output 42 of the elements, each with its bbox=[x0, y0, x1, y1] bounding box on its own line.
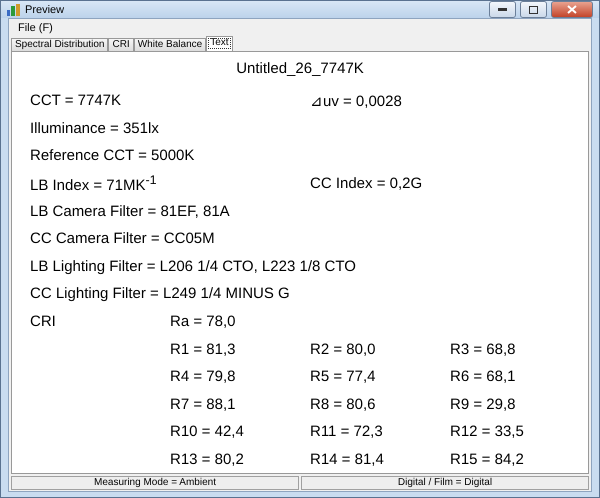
cri-value: R2 = 80,0 bbox=[310, 340, 376, 358]
report-line: CC Camera Filter = CC05M bbox=[30, 230, 216, 248]
window-title: Preview bbox=[25, 4, 66, 16]
cri-value: R12 = 33,5 bbox=[450, 423, 525, 440]
minimize-button[interactable] bbox=[489, 1, 516, 18]
cri-value: R11 = 72,3 bbox=[310, 423, 384, 440]
cri-value: R6 = 68,1 bbox=[450, 368, 516, 386]
menu-item[interactable]: File (F) bbox=[15, 22, 56, 34]
report-line: Illuminance = 351lx bbox=[30, 120, 160, 137]
tab[interactable]: Spectral Distribution bbox=[11, 38, 108, 51]
app-icon bbox=[7, 4, 21, 16]
cri-value: R4 = 79,8 bbox=[170, 368, 236, 386]
cri-value: R13 = 80,2 bbox=[170, 451, 245, 468]
cri-value: Ra = 78,0 bbox=[170, 313, 236, 330]
cri-value: R9 = 29,8 bbox=[450, 396, 516, 413]
cri-value: R15 = 84,2 bbox=[450, 451, 525, 468]
report-line: Reference CCT = 5000K bbox=[30, 147, 196, 164]
status-text: Measuring Mode = Ambient bbox=[11, 476, 299, 490]
cri-label: CRI bbox=[30, 313, 57, 330]
close-button[interactable] bbox=[551, 1, 593, 18]
report-line: CC Index = 0,2G bbox=[310, 175, 424, 192]
report-line: CCT = 7747K bbox=[30, 92, 122, 110]
cri-value: R1 = 81,3 bbox=[170, 340, 236, 358]
report-line: LB Lighting Filter = L206 1/4 CTO, L223 1/8 CTO bbox=[30, 258, 357, 275]
cri-value: R10 = 42,4 bbox=[170, 423, 245, 440]
cri-value: R8 = 80,6 bbox=[310, 396, 376, 413]
maximize-icon bbox=[529, 6, 538, 14]
cri-value: R3 = 68,8 bbox=[450, 340, 516, 358]
status-text: Digital / Film = Digital bbox=[301, 476, 589, 490]
report-line: LB Camera Filter = 81EF, 81A bbox=[30, 202, 231, 220]
report-line: ⊿uv = 0,0028 bbox=[310, 92, 403, 110]
report-line: CC Lighting Filter = L249 1/4 MINUS G bbox=[30, 285, 291, 302]
report-line: LB Index = 71MK$^{-1}$ bbox=[30, 173, 158, 194]
cri-value: R5 = 77,4 bbox=[310, 368, 376, 386]
cri-value: R7 = 88,1 bbox=[170, 396, 236, 413]
maximize-button[interactable] bbox=[520, 1, 547, 18]
tab[interactable]: CRI bbox=[108, 38, 134, 51]
close-icon bbox=[567, 5, 577, 14]
report-title: Untitled_26_7747K bbox=[235, 60, 365, 77]
tab[interactable]: White Balance bbox=[134, 38, 206, 51]
cri-value: R14 = 81,4 bbox=[310, 451, 385, 468]
minimize-icon bbox=[498, 8, 507, 11]
